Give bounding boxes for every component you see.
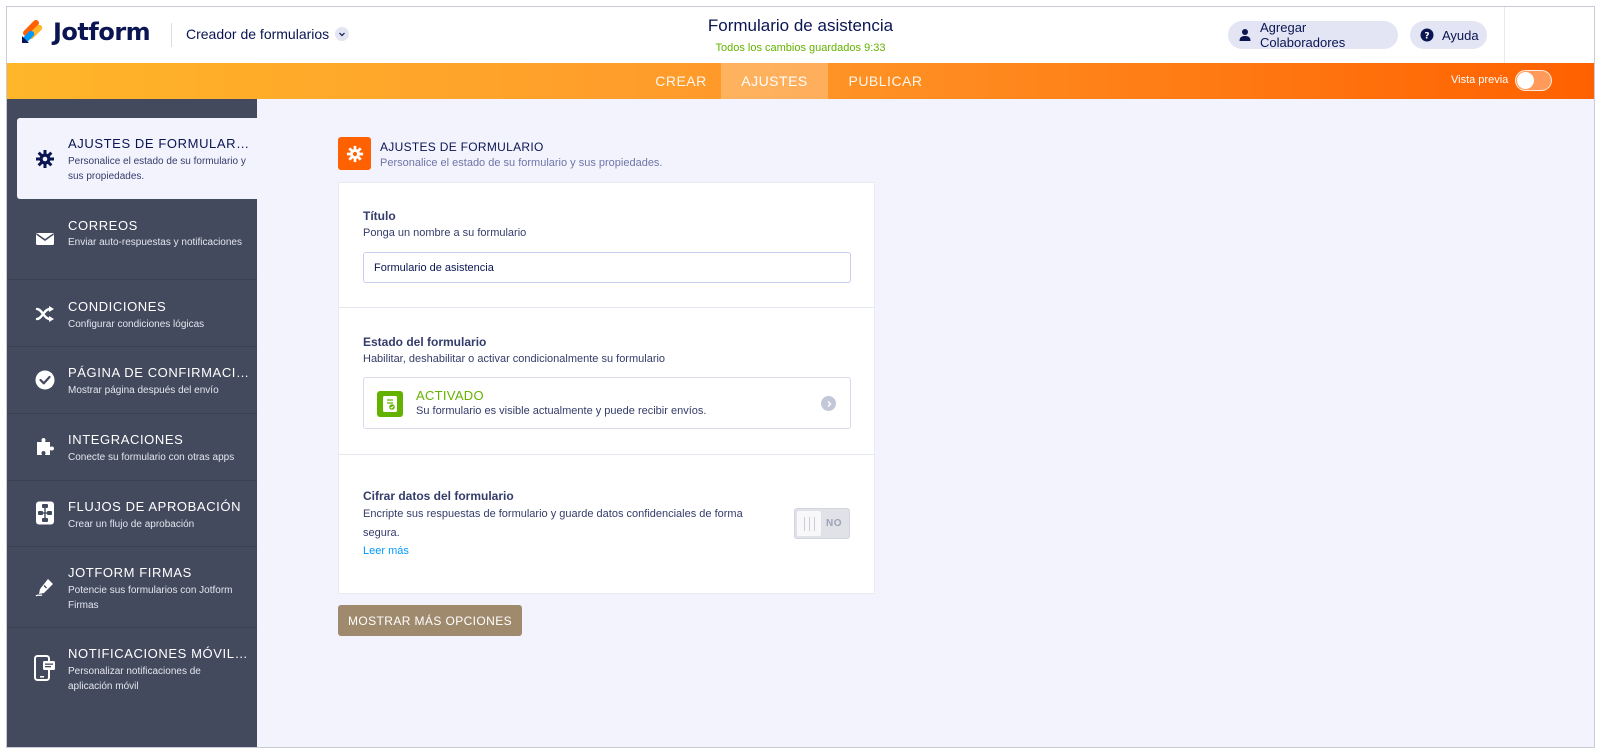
- mobile-icon: [34, 655, 56, 681]
- tab-crear[interactable]: CREAR: [641, 63, 721, 99]
- encrypt-field-group: Cifrar datos del formulario Encripte sus…: [339, 455, 874, 595]
- flow-icon: [34, 501, 56, 525]
- status-help: Habilitar, deshabilitar o activar condic…: [363, 353, 666, 365]
- settings-card: Título Ponga un nombre a su formulario E…: [338, 182, 875, 594]
- form-enabled-icon: [377, 391, 403, 417]
- help-label: Ayuda: [1442, 27, 1479, 43]
- read-more-link[interactable]: Leer más: [363, 545, 409, 557]
- sidebar-item-title: NOTIFICACIONES MÓVILES: [68, 646, 251, 661]
- main-navbar: CREAR AJUSTES PUBLICAR Vista previa: [7, 63, 1594, 99]
- sidebar-item-title: PÁGINA DE CONFIRMACIÓN: [68, 365, 251, 380]
- section-title: AJUSTES DE FORMULARIO: [380, 140, 544, 154]
- sidebar-item-desc: Potencie sus formularios con Jotform Fir…: [68, 585, 233, 611]
- sidebar-item-desc: Configurar condiciones lógicas: [68, 319, 205, 330]
- tab-ajustes[interactable]: AJUSTES: [721, 63, 828, 99]
- help-button[interactable]: ? Ayuda: [1410, 21, 1487, 49]
- envelope-icon: [34, 228, 56, 250]
- sidebar-item-desc: Conecte su formulario con otras apps: [68, 452, 235, 463]
- svg-text:?: ?: [1424, 32, 1429, 42]
- sidebar-item-approval-flows[interactable]: FLUJOS DE APROBACIÓN Crear un flujo de a…: [7, 481, 257, 547]
- sidebar-item-title: AJUSTES DE FORMULARIO: [68, 136, 251, 151]
- user-icon: [1238, 28, 1252, 42]
- form-title-input[interactable]: [363, 252, 851, 283]
- preview-toggle[interactable]: [1515, 70, 1552, 91]
- header-right-divider: [1504, 7, 1505, 63]
- sidebar-item-jotform-sign[interactable]: JOTFORM FIRMAS Potencie sus formularios …: [7, 547, 257, 628]
- sidebar-item-title: FLUJOS DE APROBACIÓN: [68, 499, 242, 514]
- chevron-right-icon: [821, 396, 836, 411]
- sidebar-item-form-settings[interactable]: AJUSTES DE FORMULARIO Personalice el est…: [17, 118, 257, 199]
- form-status-selector[interactable]: ACTIVADO Su formulario es visible actual…: [363, 377, 851, 429]
- pen-icon: [34, 576, 56, 598]
- sidebar-item-title: INTEGRACIONES: [68, 432, 184, 447]
- section-subtitle: Personalice el estado de su formulario y…: [380, 157, 663, 169]
- sidebar-item-conditions[interactable]: CONDICIONES Configurar condiciones lógic…: [7, 280, 257, 347]
- title-label: Título: [363, 209, 396, 223]
- title-field-group: Título Ponga un nombre a su formulario: [339, 183, 874, 308]
- sidebar-item-emails[interactable]: CORREOS Enviar auto-respuestas y notific…: [7, 199, 257, 280]
- status-value: ACTIVADO: [416, 388, 484, 403]
- sidebar-item-confirmation-page[interactable]: PÁGINA DE CONFIRMACIÓN Mostrar página de…: [7, 347, 257, 414]
- sidebar-item-mobile-notifications[interactable]: NOTIFICACIONES MÓVILES Personalizar noti…: [7, 628, 257, 709]
- sidebar-item-desc: Personalizar notificaciones de aplicació…: [68, 666, 201, 692]
- tab-publicar[interactable]: PUBLICAR: [828, 63, 943, 99]
- sidebar-item-desc: Enviar auto-respuestas y notificaciones: [68, 237, 242, 248]
- sidebar-item-desc: Crear un flujo de aprobación: [68, 519, 195, 530]
- settings-gear-icon: [338, 137, 371, 170]
- toggle-handle: [797, 511, 821, 536]
- question-icon: ?: [1420, 28, 1434, 42]
- preview-label: Vista previa: [1451, 74, 1509, 86]
- top-header: Jotform Creador de formularios Formulari…: [7, 7, 1594, 63]
- title-help: Ponga un nombre a su formulario: [363, 227, 527, 239]
- gear-icon: [34, 148, 56, 170]
- status-label: Estado del formulario: [363, 335, 487, 349]
- encrypt-label: Cifrar datos del formulario: [363, 489, 514, 503]
- sidebar-item-desc: Mostrar página después del envío: [68, 385, 219, 396]
- settings-sidebar: AJUSTES DE FORMULARIO Personalice el est…: [7, 99, 257, 747]
- show-more-options-button[interactable]: MOSTRAR MÁS OPCIONES: [338, 605, 522, 636]
- status-field-group: Estado del formulario Habilitar, deshabi…: [339, 308, 874, 455]
- sidebar-item-title: CONDICIONES: [68, 299, 167, 314]
- status-description: Su formulario es visible actualmente y p…: [416, 405, 707, 417]
- encrypt-help: Encripte sus respuestas de formulario y …: [363, 508, 743, 539]
- sidebar-item-title: CORREOS: [68, 218, 138, 233]
- shuffle-icon: [34, 303, 56, 325]
- sidebar-item-desc: Personalice el estado de su formulario y…: [68, 156, 246, 182]
- app-window: Jotform Creador de formularios Formulari…: [6, 6, 1595, 748]
- toggle-state-label: NO: [826, 518, 842, 529]
- sidebar-item-integrations[interactable]: INTEGRACIONES Conecte su formulario con …: [7, 414, 257, 481]
- sidebar-item-title: JOTFORM FIRMAS: [68, 565, 192, 580]
- preview-toggle-knob: [1517, 72, 1534, 89]
- encrypt-toggle[interactable]: NO: [794, 508, 850, 539]
- check-circle-icon: [34, 369, 56, 391]
- add-collaborators-button[interactable]: Agregar Colaboradores: [1228, 20, 1398, 50]
- add-collaborators-label: Agregar Colaboradores: [1260, 20, 1346, 50]
- puzzle-icon: [34, 435, 56, 457]
